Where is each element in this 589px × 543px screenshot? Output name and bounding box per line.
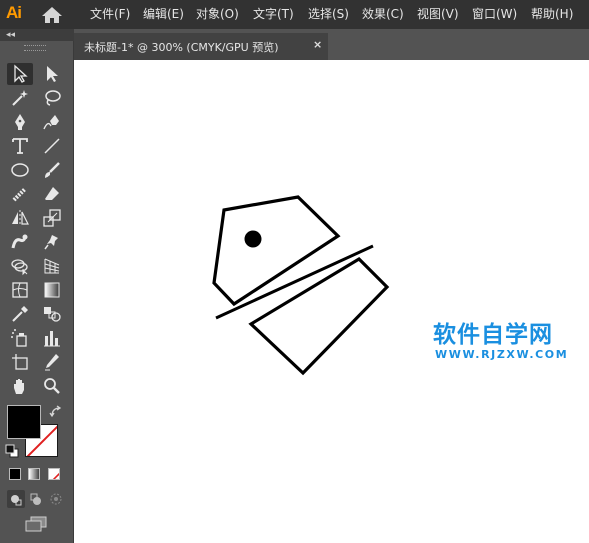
tag-shape[interactable]	[212, 195, 341, 307]
warp-tool-icon[interactable]	[7, 231, 33, 253]
document-tab-strip: 未标题-1* @ 300% (CMYK/GPU 预览) ×	[74, 29, 589, 60]
gradient-tool-icon[interactable]	[39, 279, 65, 301]
type-tool-icon[interactable]	[7, 135, 33, 157]
watermark: 软件自学网 WWW.RJZXW.COM	[433, 322, 568, 361]
lasso-tool-icon[interactable]	[39, 87, 65, 109]
perspective-grid-tool-icon[interactable]	[39, 255, 65, 277]
zoom-tool-icon[interactable]	[39, 375, 65, 397]
app-logo: Ai	[6, 3, 22, 22]
curvature-tool-icon[interactable]	[39, 111, 65, 133]
scale-tool-icon[interactable]	[39, 207, 65, 229]
shaper-tool-icon[interactable]	[7, 183, 33, 205]
draw-inside-icon	[50, 493, 62, 505]
mesh-tool-icon[interactable]	[7, 279, 33, 301]
artboard-tool-icon[interactable]	[7, 351, 33, 373]
document-tab[interactable]: 未标题-1* @ 300% (CMYK/GPU 预览) ×	[74, 33, 328, 60]
draw-behind-icon	[30, 493, 41, 505]
reflect-tool-icon[interactable]	[7, 207, 33, 229]
color-mode-button[interactable]	[9, 468, 21, 480]
home-icon[interactable]	[41, 6, 63, 24]
paintbrush-tool-icon[interactable]	[39, 159, 65, 181]
draw-inside-button[interactable]	[47, 490, 65, 508]
symbol-sprayer-tool-icon[interactable]	[7, 327, 33, 349]
puppet-warp-tool-icon[interactable]	[39, 231, 65, 253]
menu-edit[interactable]: 编辑(E)	[143, 7, 184, 22]
body-shape[interactable]	[248, 256, 390, 376]
eraser-tool-icon[interactable]	[39, 183, 65, 205]
menu-object[interactable]: 对象(O)	[196, 7, 239, 22]
tag-hole[interactable]	[244, 230, 262, 248]
watermark-title: 软件自学网	[433, 322, 553, 348]
pen-tool-icon[interactable]	[7, 111, 33, 133]
close-tab-icon[interactable]: ×	[313, 38, 322, 51]
draw-normal-icon	[11, 495, 22, 506]
document-tab-title: 未标题-1* @ 300% (CMYK/GPU 预览)	[84, 41, 279, 54]
slice-tool-icon[interactable]	[39, 351, 65, 373]
menu-view[interactable]: 视图(V)	[417, 7, 459, 22]
screen-mode-button[interactable]	[24, 515, 48, 533]
menu-effect[interactable]: 效果(C)	[362, 7, 404, 22]
menu-help[interactable]: 帮助(H)	[531, 7, 573, 22]
menu-window[interactable]: 窗口(W)	[472, 7, 517, 22]
menu-bar: Ai 文件(F) 编辑(E) 对象(O) 文字(T) 选择(S) 效果(C) 视…	[0, 0, 589, 29]
selection-tool-icon[interactable]	[7, 63, 33, 85]
column-graph-tool-icon[interactable]	[39, 327, 65, 349]
draw-normal-button[interactable]	[7, 490, 25, 508]
toolbar-header: ◂◂	[0, 29, 74, 41]
magic-wand-tool-icon[interactable]	[7, 87, 33, 109]
line-segment-tool-icon[interactable]	[39, 135, 65, 157]
panel-grip[interactable]	[24, 45, 46, 51]
tools-panel	[0, 41, 74, 543]
none-mode-button[interactable]	[48, 468, 60, 480]
screen-mode-icon	[25, 516, 47, 532]
diagonal-line[interactable]	[215, 244, 374, 320]
menu-select[interactable]: 选择(S)	[308, 7, 349, 22]
artboard-canvas[interactable]: 软件自学网 WWW.RJZXW.COM	[74, 60, 589, 543]
artwork	[212, 195, 390, 376]
eyedropper-tool-icon[interactable]	[7, 303, 33, 325]
menu-type[interactable]: 文字(T)	[253, 7, 294, 22]
swap-fill-stroke-icon[interactable]	[49, 405, 63, 419]
default-fill-stroke-icon[interactable]	[5, 444, 19, 458]
blend-tool-icon[interactable]	[39, 303, 65, 325]
direct-selection-tool-icon[interactable]	[39, 63, 65, 85]
none-color-icon	[52, 472, 59, 479]
menu-file[interactable]: 文件(F)	[90, 7, 130, 22]
fill-swatch[interactable]	[7, 405, 41, 439]
hand-tool-icon[interactable]	[7, 375, 33, 397]
draw-behind-button[interactable]	[27, 490, 45, 508]
ellipse-tool-icon[interactable]	[7, 159, 33, 181]
watermark-url: WWW.RJZXW.COM	[435, 348, 569, 361]
shape-builder-tool-icon[interactable]	[7, 255, 33, 277]
gradient-mode-button[interactable]	[28, 468, 40, 480]
collapse-panel-icon[interactable]: ◂◂	[6, 30, 15, 40]
